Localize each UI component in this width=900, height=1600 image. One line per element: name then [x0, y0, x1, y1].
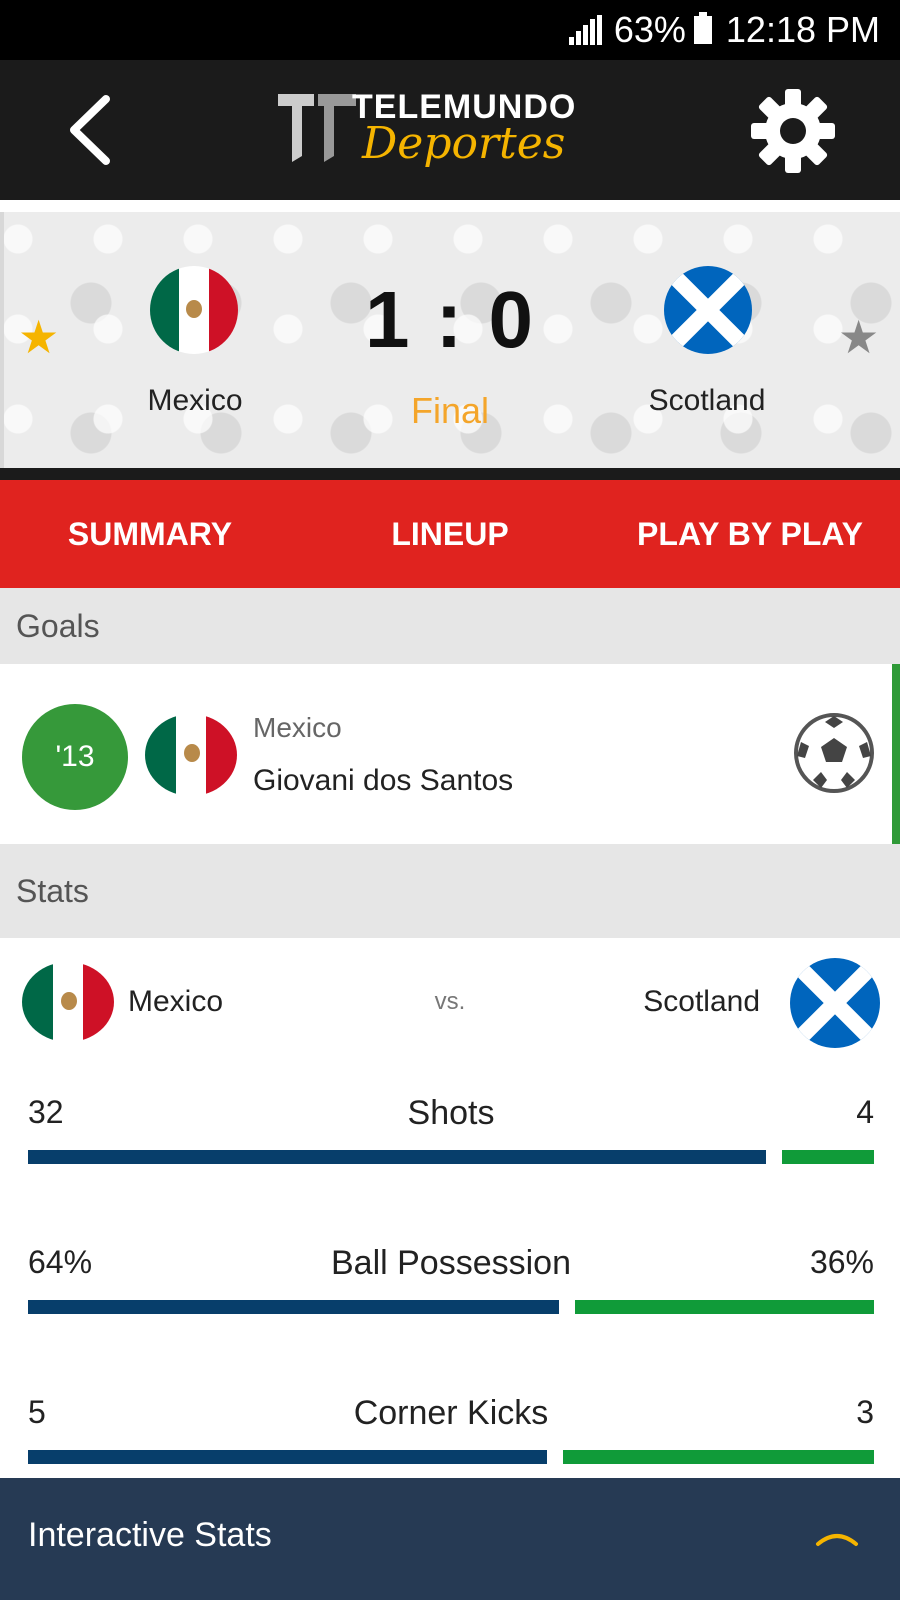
score-card: ★ Mexico 1 : 0 Final Scotland ★ [0, 212, 900, 468]
stats-home-team: Mexico [128, 985, 224, 1018]
stat-label: Corner Kicks [353, 1394, 549, 1432]
mexico-flag-icon [150, 266, 238, 354]
home-team-name: Mexico [147, 384, 243, 417]
tab-lineup[interactable]: LINEUP [300, 480, 600, 588]
match-status: Final [410, 390, 490, 431]
tab-summary[interactable]: SUMMARY [0, 480, 300, 588]
settings-button[interactable] [750, 88, 836, 174]
clock: 12:18 PM [725, 9, 880, 50]
battery-icon [693, 12, 712, 44]
stat-away-bar [575, 1300, 874, 1314]
interactive-stats-bar[interactable]: Interactive Stats [0, 1478, 900, 1600]
scotland-flag-icon [664, 266, 752, 354]
goal-team-name: Mexico [253, 712, 342, 743]
vs-label: vs. [434, 988, 466, 1015]
tab-bar: SUMMARY LINEUP PLAY BY PLAY [0, 480, 900, 588]
score: 1 : 0 [364, 275, 536, 364]
goal-minute-badge: '13 [22, 704, 128, 810]
goal-accent-bar [892, 664, 900, 844]
away-team-name: Scotland [648, 384, 766, 417]
telemundo-t-icon [278, 94, 356, 162]
scotland-flag-icon [790, 958, 880, 1048]
stats-away-team: Scotland [643, 985, 760, 1018]
stat-away-bar [562, 1450, 874, 1464]
logo-deportes-text: Deportes [362, 118, 566, 169]
chevron-up-icon[interactable] [814, 1524, 860, 1550]
stat-home-bar [28, 1300, 560, 1314]
goals-section-header: Goals [0, 588, 900, 664]
stats-section-header: Stats [0, 844, 900, 938]
back-arrow-icon [70, 95, 110, 165]
status-bar: 63% 12:18 PM [0, 0, 900, 60]
battery-percent: 63% [613, 9, 686, 50]
mexico-flag-icon [145, 714, 237, 796]
divider [0, 468, 900, 480]
stat-home-bar [28, 1450, 547, 1464]
stat-away-bar [781, 1150, 874, 1164]
back-button[interactable] [60, 90, 120, 170]
goal-player-name: Giovani dos Santos [253, 764, 514, 797]
score-card-edge [0, 212, 4, 468]
signal-icon [568, 15, 604, 45]
stat-away-value: 4 [856, 1094, 874, 1130]
app-header: TELEMUNDO Deportes [0, 60, 900, 200]
stat-away-value: 36% [809, 1244, 874, 1280]
stat-away-value: 3 [856, 1394, 874, 1430]
telemundo-deportes-logo: TELEMUNDO Deportes [278, 86, 588, 176]
tab-play-by-play[interactable]: PLAY BY PLAY [600, 480, 900, 588]
gear-icon [751, 89, 835, 173]
mexico-flag-icon [22, 962, 114, 1042]
stat-label: Ball Possession [330, 1244, 571, 1282]
home-favorite-star-icon[interactable]: ★ [18, 314, 59, 360]
stat-home-bar [28, 1150, 766, 1164]
stat-label: Shots [407, 1094, 495, 1132]
status-indicators: 63% 12:18 PM [568, 9, 880, 50]
interactive-stats-title: Interactive Stats [28, 1516, 272, 1554]
soccer-ball-icon [793, 712, 875, 794]
goal-item[interactable]: '13 [0, 664, 900, 844]
away-favorite-star-icon[interactable]: ★ [838, 314, 879, 360]
